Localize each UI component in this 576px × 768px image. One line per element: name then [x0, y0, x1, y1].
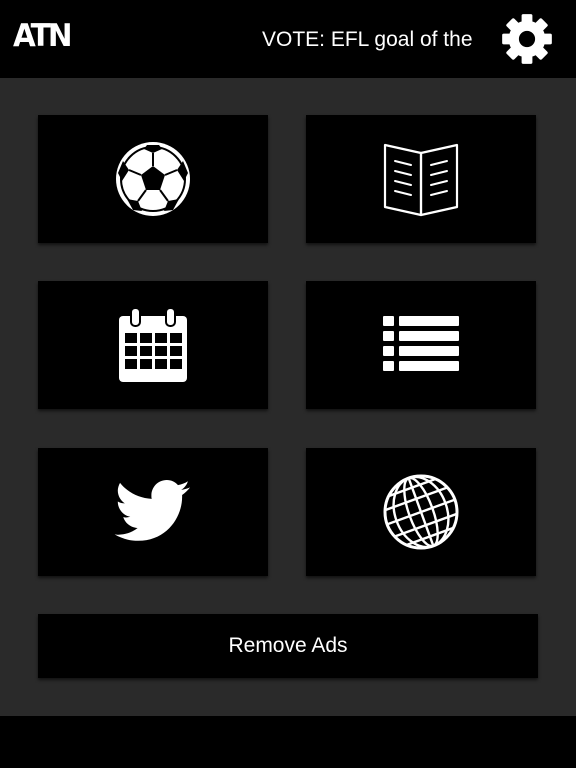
tile-fixtures[interactable] — [38, 281, 268, 409]
tile-tables[interactable] — [306, 281, 536, 409]
calendar-icon — [119, 307, 187, 382]
top-bar: ATN VOTE: EFL goal of the — [0, 0, 576, 78]
gear-icon[interactable] — [500, 12, 554, 66]
tile-scores[interactable] — [38, 115, 268, 243]
atn-logo[interactable]: ATN — [13, 18, 73, 54]
list-icon — [383, 316, 459, 371]
tile-web[interactable] — [306, 448, 536, 576]
soccer-ball-icon — [116, 142, 190, 216]
twitter-bird-icon — [114, 480, 191, 541]
remove-ads-button[interactable]: Remove Ads — [38, 614, 538, 678]
open-book-icon — [383, 143, 459, 217]
globe-icon — [381, 474, 461, 550]
news-ticker-text: VOTE: EFL goal of the — [262, 28, 473, 51]
tile-twitter[interactable] — [38, 448, 268, 576]
tile-news[interactable] — [306, 115, 536, 243]
news-ticker[interactable]: VOTE: EFL goal of the — [262, 24, 480, 56]
bottom-bar — [0, 716, 576, 768]
